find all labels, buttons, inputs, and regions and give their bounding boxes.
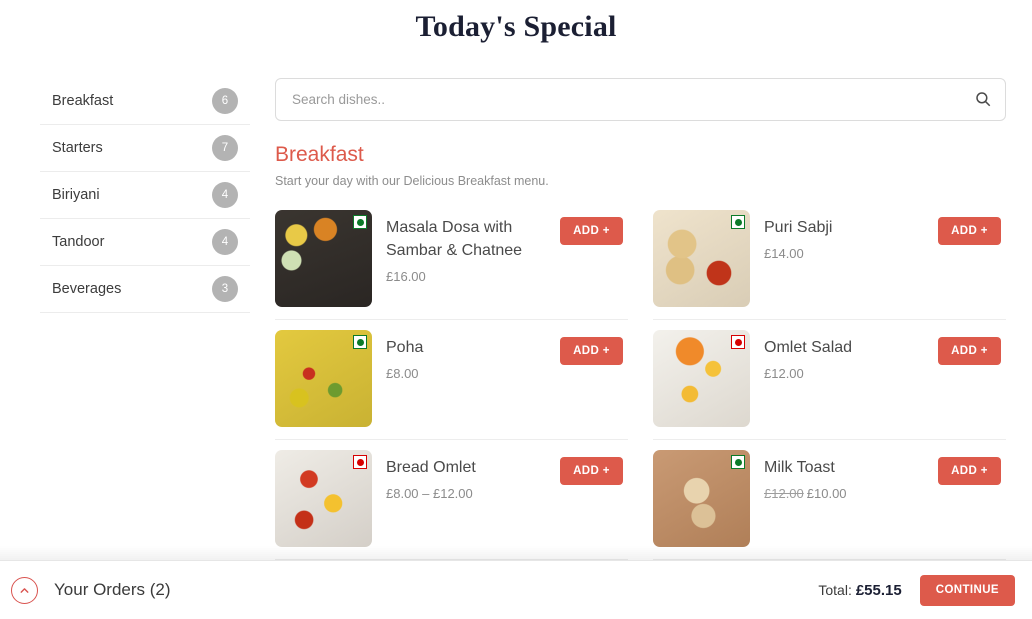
dish-info: Poha £8.00 xyxy=(386,330,564,381)
total-label: Total: xyxy=(818,582,852,598)
dish-name: Puri Sabji xyxy=(764,219,833,236)
dish-price: £8.00 – £12.00 xyxy=(386,486,473,502)
nonveg-indicator-icon xyxy=(353,455,367,469)
dish-info: Masala Dosa with Sambar & Chatnee £16.00 xyxy=(386,210,564,284)
page-title: Today's Special xyxy=(415,10,617,43)
dish-info: Puri Sabji £14.00 xyxy=(764,210,942,261)
app-root: Today's Special Breakfast 6 Starters 7 B… xyxy=(0,0,1032,619)
chevron-up-icon[interactable] xyxy=(11,576,38,604)
dish-price-group: £12.00 £10.00 xyxy=(764,486,942,501)
sidebar-item-count: 4 xyxy=(212,182,238,208)
dish-price-original: £12.00 xyxy=(764,486,804,502)
dish-name: Omlet Salad xyxy=(764,339,853,356)
section-header: Breakfast Start your day with our Delici… xyxy=(275,143,1006,188)
dish-price-sale: £10.00 xyxy=(806,486,847,502)
veg-indicator-icon xyxy=(731,215,745,229)
sidebar-item-biriyani[interactable]: Biriyani 4 xyxy=(40,172,250,219)
dish-thumbnail-wrap xyxy=(653,210,750,307)
your-orders-label[interactable]: Your Orders (2) xyxy=(54,580,171,600)
sidebar-item-beverages[interactable]: Beverages 3 xyxy=(40,266,250,313)
sidebar-item-starters[interactable]: Starters 7 xyxy=(40,125,250,172)
sidebar-item-count: 6 xyxy=(212,88,238,114)
order-summary-bar: Your Orders (2) Total: £55.15 CONTINUE xyxy=(0,560,1032,619)
dish-grid: Masala Dosa with Sambar & Chatnee £16.00… xyxy=(275,200,1006,560)
dish-info: Milk Toast £12.00 £10.00 xyxy=(764,450,942,501)
veg-indicator-icon xyxy=(353,335,367,349)
search-icon[interactable] xyxy=(974,90,992,108)
dish-thumbnail-wrap xyxy=(275,450,372,547)
dish-thumbnail-wrap xyxy=(653,330,750,427)
dish-card[interactable]: Puri Sabji £14.00 ADD + xyxy=(653,200,1006,320)
sidebar-item-count: 3 xyxy=(212,276,238,302)
dish-card[interactable]: Bread Omlet £8.00 – £12.00 ADD + xyxy=(275,440,628,560)
sidebar-item-count: 7 xyxy=(212,135,238,161)
sidebar-item-label: Breakfast xyxy=(52,93,114,109)
dish-price: £14.00 xyxy=(764,246,804,262)
total-value: £55.15 xyxy=(855,581,902,599)
veg-indicator-icon xyxy=(731,455,745,469)
dish-info: Bread Omlet £8.00 – £12.00 xyxy=(386,450,564,501)
continue-button[interactable]: CONTINUE xyxy=(919,574,1015,606)
dish-name: Masala Dosa with Sambar & Chatnee xyxy=(386,219,523,260)
add-to-cart-button[interactable]: ADD + xyxy=(938,457,1001,485)
dish-price: £12.00 xyxy=(764,366,804,382)
add-to-cart-button[interactable]: ADD + xyxy=(560,337,623,365)
nonveg-indicator-icon xyxy=(731,335,745,349)
sidebar-item-count: 4 xyxy=(212,229,238,255)
menu-panel: Breakfast Start your day with our Delici… xyxy=(275,78,1006,560)
dish-card[interactable]: Poha £8.00 ADD + xyxy=(275,320,628,440)
sidebar-item-label: Tandoor xyxy=(52,234,105,250)
dish-price: £8.00 xyxy=(386,366,419,382)
sidebar-item-label: Biriyani xyxy=(52,187,100,203)
search-bar xyxy=(275,78,1006,121)
dish-card[interactable]: Milk Toast £12.00 £10.00 ADD + xyxy=(653,440,1006,560)
dish-name: Milk Toast xyxy=(764,459,835,476)
content-area: Breakfast 6 Starters 7 Biriyani 4 Tandoo… xyxy=(0,78,1032,560)
dish-card[interactable]: Omlet Salad £12.00 ADD + xyxy=(653,320,1006,440)
veg-indicator-icon xyxy=(353,215,367,229)
dish-info: Omlet Salad £12.00 xyxy=(764,330,942,381)
sidebar-item-label: Beverages xyxy=(52,281,122,297)
dish-name: Poha xyxy=(386,339,424,356)
add-to-cart-button[interactable]: ADD + xyxy=(560,457,623,485)
order-total-group: Total: £55.15 CONTINUE xyxy=(818,574,1015,606)
dish-name: Bread Omlet xyxy=(386,459,476,476)
add-to-cart-button[interactable]: ADD + xyxy=(560,217,623,245)
dish-price: £16.00 xyxy=(386,269,426,285)
dish-thumbnail-wrap xyxy=(275,210,372,307)
section-subtitle: Start your day with our Delicious Breakf… xyxy=(275,174,549,188)
sidebar-item-tandoor[interactable]: Tandoor 4 xyxy=(40,219,250,266)
add-to-cart-button[interactable]: ADD + xyxy=(938,337,1001,365)
section-title: Breakfast xyxy=(275,143,364,166)
search-input[interactable] xyxy=(275,78,1006,121)
sidebar-item-breakfast[interactable]: Breakfast 6 xyxy=(40,78,250,125)
dish-thumbnail-wrap xyxy=(653,450,750,547)
dish-card[interactable]: Masala Dosa with Sambar & Chatnee £16.00… xyxy=(275,200,628,320)
category-sidebar: Breakfast 6 Starters 7 Biriyani 4 Tandoo… xyxy=(40,78,250,313)
add-to-cart-button[interactable]: ADD + xyxy=(938,217,1001,245)
dish-thumbnail-wrap xyxy=(275,330,372,427)
sidebar-item-label: Starters xyxy=(52,140,103,156)
